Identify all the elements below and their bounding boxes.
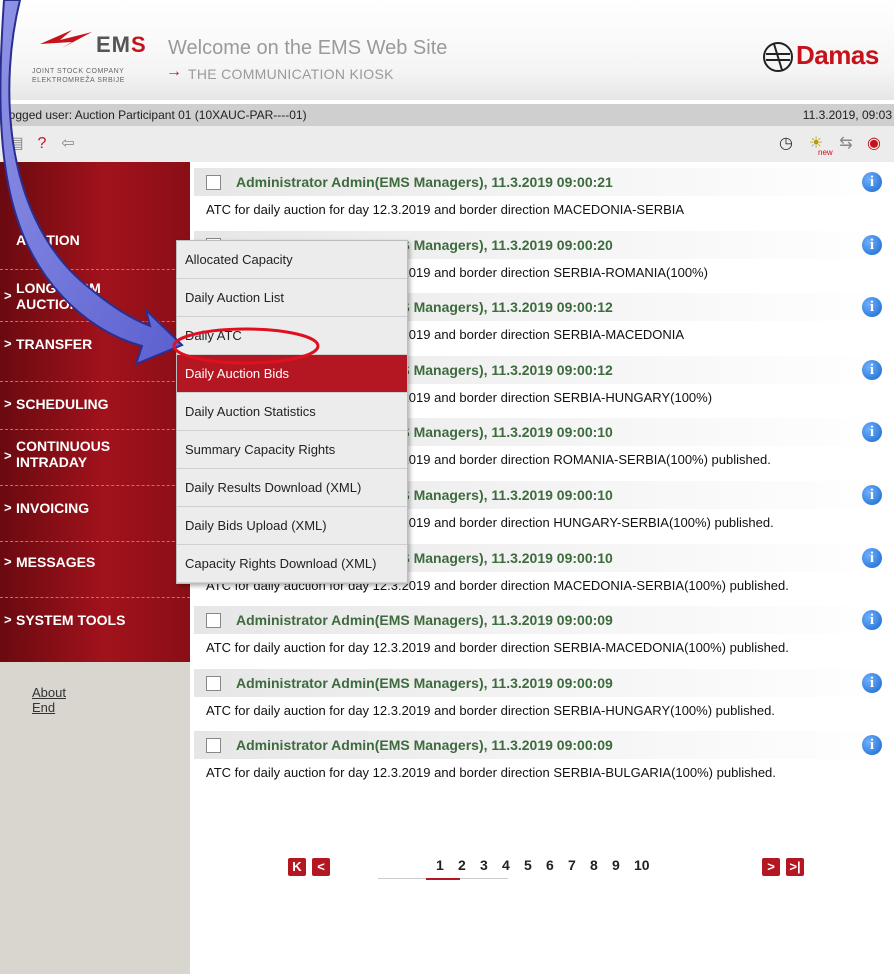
- submenu-item[interactable]: Allocated Capacity: [177, 241, 407, 279]
- welcome-title: Welcome on the EMS Web Site: [168, 37, 448, 59]
- nav-item-label: SYSTEM TOOLS: [16, 612, 126, 628]
- nav-item-system-tools[interactable]: > SYSTEM TOOLS: [0, 598, 190, 662]
- ems-logo-text: EMS: [96, 32, 147, 57]
- prev-page-button[interactable]: <: [312, 858, 330, 876]
- info-icon[interactable]: i: [862, 672, 882, 693]
- damas-logo-text: Damas: [796, 40, 879, 70]
- datetime-label: 11.3.2019, 09:03: [802, 108, 892, 122]
- message-checkbox[interactable]: [206, 738, 221, 754]
- about-link[interactable]: About: [32, 685, 66, 700]
- first-page-button[interactable]: K: [288, 858, 306, 876]
- submenu-item[interactable]: Daily Auction List: [177, 279, 407, 317]
- info-icon[interactable]: i: [862, 359, 882, 380]
- info-icon[interactable]: i: [862, 547, 882, 568]
- info-icon[interactable]: i: [862, 297, 882, 318]
- submenu-item[interactable]: Daily Results Download (XML): [177, 469, 407, 507]
- message-header: Administrator Admin(EMS Managers), 11.3.…: [194, 731, 891, 760]
- company-line1: JOINT STOCK COMPANY: [32, 68, 125, 75]
- page-number-link[interactable]: 10: [634, 857, 650, 873]
- main-menu: AUCTION > LONG-TERM AUCTION > TRANSFER >…: [0, 162, 190, 662]
- message-title: Administrator Admin(EMS Managers), 11.3.…: [236, 612, 613, 629]
- submenu-item[interactable]: Summary Capacity Rights: [177, 431, 407, 469]
- message-body: ATC for daily auction for day 12.3.2019 …: [206, 202, 685, 217]
- info-icon[interactable]: i: [862, 234, 882, 255]
- info-icon[interactable]: i: [862, 422, 882, 443]
- message-body: ATC for daily auction for day 12.3.2019 …: [206, 640, 789, 656]
- nav-item-label: SCHEDULING: [16, 396, 109, 412]
- submenu-item[interactable]: Daily Auction Statistics: [177, 393, 407, 431]
- message-title: Administrator Admin(EMS Managers), 11.3.…: [236, 174, 613, 190]
- submenu-item[interactable]: Capacity Rights Download (XML): [177, 545, 407, 583]
- info-icon[interactable]: i: [862, 172, 882, 192]
- message-header: Administrator Admin(EMS Managers), 11.3.…: [194, 668, 891, 697]
- last-page-button[interactable]: >|: [786, 858, 804, 876]
- new-badge: new: [818, 148, 833, 157]
- message-body: ATC for daily auction for day 12.3.2019 …: [206, 702, 775, 718]
- current-page-underline: [426, 878, 460, 880]
- page-number-link[interactable]: 1: [436, 857, 444, 873]
- page-number-link[interactable]: 7: [568, 857, 576, 873]
- refresh-arrows-icon[interactable]: ⇆: [836, 134, 856, 154]
- page-number-link[interactable]: 4: [502, 857, 510, 873]
- nav-item-label: CONTINUOUS INTRADAY: [16, 438, 111, 470]
- nav-item-messages[interactable]: > MESSAGES: [0, 542, 190, 598]
- header: EMS JOINT STOCK COMPANY ELEKTROMREŽA SRB…: [0, 0, 894, 100]
- page-number-link[interactable]: 3: [480, 857, 488, 873]
- info-icon[interactable]: i: [862, 735, 882, 756]
- nav-item-label: INVOICING: [16, 500, 90, 516]
- nav-item-auction[interactable]: AUCTION: [0, 212, 190, 270]
- submenu-item[interactable]: Daily Auction Bids: [177, 355, 407, 393]
- message-header: Administrator Admin(EMS Managers), 11.3.…: [194, 606, 891, 635]
- toolbar: ▤ ? ⇦ ◷ ☀ new ⇆ ◉: [0, 126, 894, 162]
- page-number-link[interactable]: 9: [612, 857, 620, 873]
- arrow-right-icon: →: [166, 63, 182, 80]
- document-icon[interactable]: ▤: [6, 134, 26, 154]
- message-checkbox[interactable]: [206, 675, 221, 691]
- kiosk-subtitle: THE COMMUNICATION KIOSK: [188, 66, 394, 82]
- info-icon[interactable]: i: [862, 485, 882, 505]
- logged-user-label: Logged user: Auction Participant 01 (10X…: [2, 108, 307, 122]
- message-header: Administrator Admin(EMS Managers), 11.3.…: [194, 168, 891, 196]
- message-checkbox[interactable]: [206, 175, 221, 190]
- message-title: Administrator Admin(EMS Managers), 11.3.…: [236, 674, 613, 691]
- clock-icon[interactable]: ◷: [776, 134, 796, 154]
- message-title: Administrator Admin(EMS Managers), 11.3.…: [236, 737, 613, 754]
- nav-item-label: AUCTION: [16, 232, 80, 248]
- nav-item-long-term-auction[interactable]: > LONG-TERM AUCTION: [0, 270, 190, 322]
- submenu-item[interactable]: Daily Bids Upload (XML): [177, 507, 407, 545]
- nav-item-scheduling[interactable]: > SCHEDULING: [0, 382, 190, 430]
- next-page-button[interactable]: >: [762, 858, 780, 876]
- page-number-link[interactable]: 5: [524, 857, 532, 873]
- submenu-item[interactable]: Daily ATC: [177, 317, 407, 355]
- company-line2: ELEKTROMREŽA SRBIJE: [32, 77, 125, 84]
- message-checkbox[interactable]: [206, 613, 221, 629]
- auction-submenu: Allocated Capacity Daily Auction List Dail…: [176, 240, 408, 584]
- page-number-link[interactable]: 2: [458, 857, 466, 873]
- alert-book-icon[interactable]: ◉: [864, 134, 884, 154]
- pagination: K < 1 2 3 4 5 6 7 8 9 10 > >|: [190, 848, 894, 888]
- nav-item-label: LONG-TERM AUCTION: [16, 280, 101, 312]
- nav-item-label: TRANSFER: [16, 336, 93, 352]
- help-icon[interactable]: ?: [32, 134, 52, 154]
- end-link[interactable]: End: [32, 700, 55, 715]
- nav-item-transfer[interactable]: > TRANSFER: [0, 322, 190, 382]
- message-body: ATC for daily auction for day 12.3.2019 …: [206, 765, 776, 781]
- nav-item-label: MESSAGES: [16, 554, 96, 570]
- info-icon[interactable]: i: [862, 610, 882, 631]
- nav-item-invoicing[interactable]: > INVOICING: [0, 486, 190, 542]
- nav-item-continuous-intraday[interactable]: > CONTINUOUS INTRADAY: [0, 430, 190, 486]
- page-number-link[interactable]: 8: [590, 857, 598, 873]
- page-number-link[interactable]: 6: [546, 857, 554, 873]
- status-bar: Logged user: Auction Participant 01 (10X…: [0, 104, 894, 126]
- back-arrow-icon[interactable]: ⇦: [58, 134, 78, 154]
